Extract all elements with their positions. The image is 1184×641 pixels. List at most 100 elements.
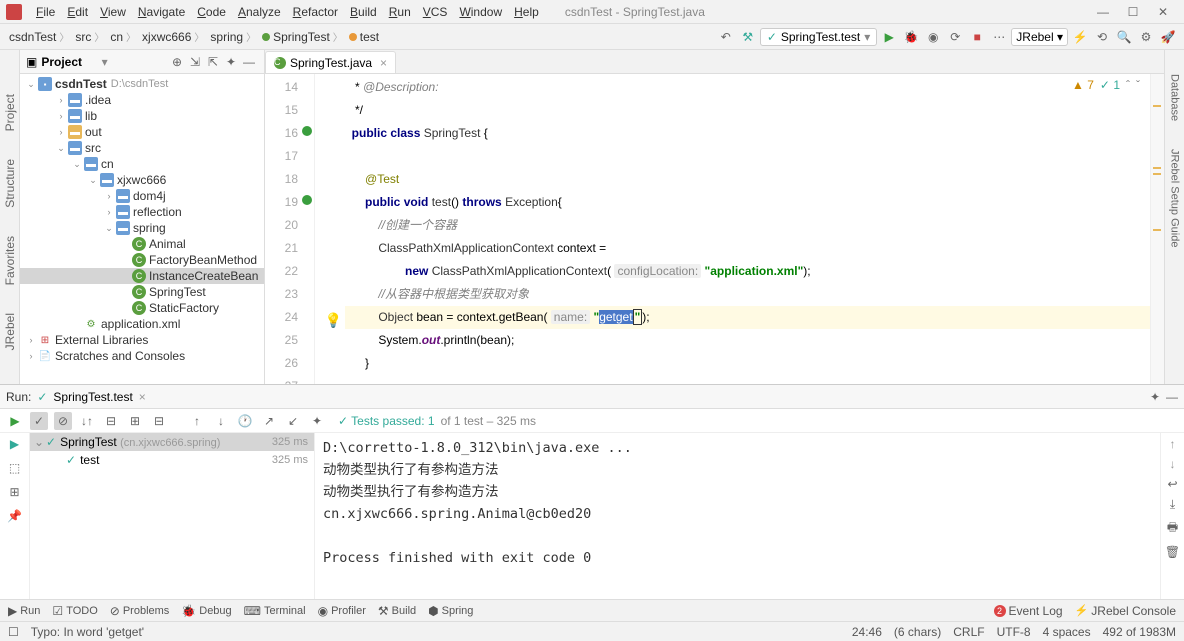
project-tree[interactable]: ⌄▪csdnTestD:\csdnTest›▬.idea›▬lib›▬out⌄▬… [20,74,264,384]
scroll-down-icon[interactable]: ↓ [1170,457,1176,471]
tree-button[interactable]: ⊟ [102,412,120,430]
menu-analyze[interactable]: Analyze [232,5,287,19]
menu-window[interactable]: Window [453,5,508,19]
jrebel-setup-tab[interactable]: JRebel Setup Guide [1169,145,1181,251]
sync-icon[interactable]: ⟲ [1092,27,1112,47]
line-gutter[interactable]: 1415161718192021222324💡252627 [265,74,315,384]
gear-icon[interactable]: ✦ [222,55,240,69]
stop-icon[interactable]: ⬚ [6,461,24,479]
layout-icon[interactable]: ⊞ [6,485,24,503]
tree-item-springtest[interactable]: CSpringTest [20,284,264,300]
rerun-icon[interactable]: ▶ [6,437,24,455]
project-view-selector[interactable]: ▣ [26,55,37,69]
breadcrumb-cn[interactable]: cn [107,29,139,44]
tree-item-reflection[interactable]: ›▬reflection [20,204,264,220]
jrebel-rocket-icon[interactable]: 🚀 [1158,27,1178,47]
jrebel-selector[interactable]: JRebel ▾ [1011,28,1068,46]
sort-button[interactable]: ↓↑ [78,412,96,430]
menu-code[interactable]: Code [191,5,232,19]
minimize-button[interactable]: — [1088,5,1118,19]
history-button[interactable]: 🕐 [236,412,254,430]
indent-info[interactable]: 4 spaces [1043,625,1091,639]
tree-item-application-xml[interactable]: ⚙application.xml [20,316,264,332]
tree-item-dom4j[interactable]: ›▬dom4j [20,188,264,204]
test-row-test[interactable]: ✓test 325 ms [30,451,314,469]
jrebel-console-button[interactable]: ⚡ JRebel Console [1075,604,1176,618]
jrebel-tool-tab[interactable]: JRebel [3,309,17,354]
bottom-tab-run[interactable]: ▶ Run [8,604,40,618]
jrebel-icon[interactable]: ⚡ [1070,27,1090,47]
search-icon[interactable]: 🔍 [1114,27,1134,47]
bottom-tab-profiler[interactable]: ◉ Profiler [318,604,366,618]
tree-root[interactable]: ⌄▪csdnTestD:\csdnTest [20,76,264,92]
collapse-icon[interactable]: ⇱ [204,55,222,69]
menu-run[interactable]: Run [383,5,417,19]
rerun-button[interactable]: ▶ [6,412,24,430]
prev-button[interactable]: ↑ [188,412,206,430]
menu-vcs[interactable]: VCS [417,5,454,19]
breadcrumb-xjxwc666[interactable]: xjxwc666 [139,29,207,44]
breadcrumb-src[interactable]: src [72,29,107,44]
code-area[interactable]: * @Description: */ public class SpringTe… [315,74,1150,384]
menu-help[interactable]: Help [508,5,545,19]
stop-button[interactable]: ■ [967,27,987,47]
settings-icon[interactable]: ⚙ [1136,27,1156,47]
tab-springtest[interactable]: C SpringTest.java × [265,51,396,73]
coverage-button[interactable]: ◉ [923,27,943,47]
tree-item-external-libraries[interactable]: ›⊞External Libraries [20,332,264,348]
hammer-icon[interactable]: ⚒ [738,27,758,47]
close-icon[interactable]: × [380,56,387,70]
export-button[interactable]: ↗ [260,412,278,430]
tree-item--idea[interactable]: ›▬.idea [20,92,264,108]
bottom-tab-terminal[interactable]: ⌨ Terminal [244,604,306,618]
project-tool-tab[interactable]: Project [3,90,17,135]
clear-icon[interactable]: 🗑 [1165,545,1180,559]
import-button[interactable]: ↙ [284,412,302,430]
memory-indicator[interactable]: 492 of 1983M [1103,625,1176,639]
locate-icon[interactable]: ⊕ [168,55,186,69]
test-row-SpringTest[interactable]: ⌄✓SpringTest (cn.xjxwc666.spring)325 ms [30,433,314,451]
run-hide-icon[interactable]: — [1166,390,1178,404]
tree-item-cn[interactable]: ⌄▬cn [20,156,264,172]
breadcrumb-spring[interactable]: spring [207,29,259,44]
file-encoding[interactable]: UTF-8 [997,625,1031,639]
collapse-all-button[interactable]: ⊟ [150,412,168,430]
more-options-button[interactable]: ✦ [308,412,326,430]
tree-item-spring[interactable]: ⌄▬spring [20,220,264,236]
error-stripe[interactable] [1150,74,1164,384]
tree-item-animal[interactable]: CAnimal [20,236,264,252]
show-passed-button[interactable]: ✓ [30,412,48,430]
bottom-tab-todo[interactable]: ☑ TODO [52,604,97,618]
bottom-tab-spring[interactable]: ⬢ Spring [428,604,473,618]
favorites-tool-tab[interactable]: Favorites [3,232,17,289]
test-tree[interactable]: ⌄✓SpringTest (cn.xjxwc666.spring)325 ms✓… [30,433,315,599]
caret-position[interactable]: 24:46 [852,625,882,639]
breadcrumb-SpringTest[interactable]: SpringTest [259,29,346,44]
tree-item-out[interactable]: ›▬out [20,124,264,140]
pin-icon[interactable]: 📌 [6,509,24,527]
close-button[interactable]: ✕ [1148,5,1178,19]
expand-all-button[interactable]: ⊞ [126,412,144,430]
bottom-tab-debug[interactable]: 🐞 Debug [181,604,231,618]
run-config-selector[interactable]: ✓ SpringTest.test ▾ [760,28,877,46]
print-icon[interactable]: 🖶 [1167,518,1178,539]
scroll-end-icon[interactable]: ⤓ [1170,497,1175,512]
breadcrumb-csdnTest[interactable]: csdnTest [6,29,72,44]
run-button[interactable]: ▶ [879,27,899,47]
menu-build[interactable]: Build [344,5,383,19]
menu-file[interactable]: File [30,5,61,19]
database-tool-tab[interactable]: Database [1169,70,1181,125]
debug-button[interactable]: 🐞 [901,27,921,47]
soft-wrap-icon[interactable]: ↩ [1167,477,1177,491]
structure-tool-tab[interactable]: Structure [3,155,17,212]
hide-icon[interactable]: — [240,55,258,69]
bottom-tab-problems[interactable]: ⊘ Problems [110,604,170,618]
show-ignored-button[interactable]: ⊘ [54,412,72,430]
maximize-button[interactable]: ☐ [1118,5,1148,19]
console-output[interactable]: D:\corretto-1.8.0_312\bin\java.exe ... 动… [315,433,1160,599]
back-button[interactable]: ↶ [716,27,736,47]
tree-item-scratches-and-consoles[interactable]: ›📄Scratches and Consoles [20,348,264,364]
menu-edit[interactable]: Edit [61,5,94,19]
menu-view[interactable]: View [94,5,132,19]
status-icon[interactable]: ☐ [8,625,19,639]
